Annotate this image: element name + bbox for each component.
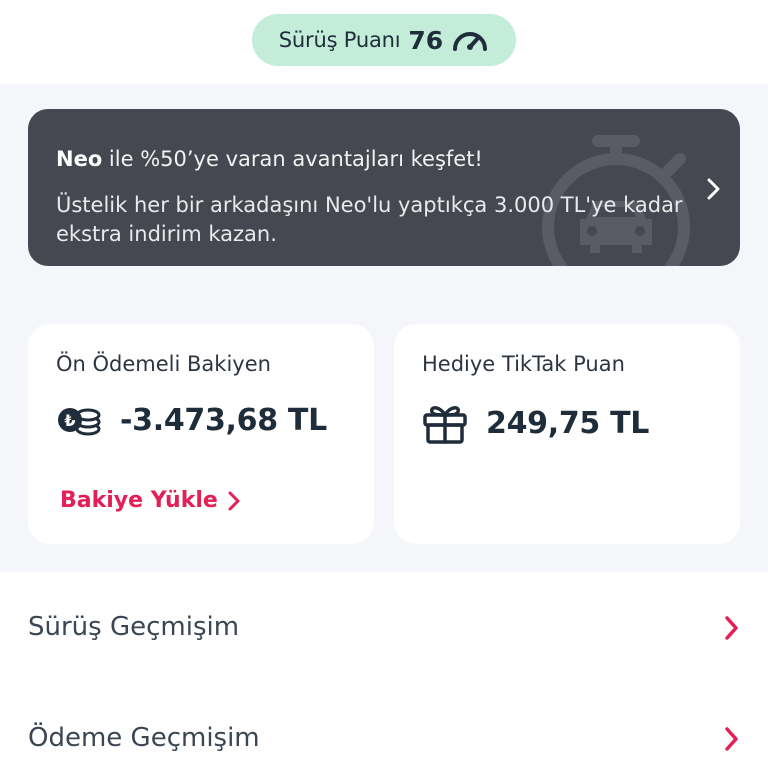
gift-points-amount: 249,75 TL bbox=[486, 405, 650, 441]
gift-points-card[interactable]: Hediye TikTak Puan 249,75 TL bbox=[394, 324, 740, 544]
ride-history-label: Sürüş Geçmişim bbox=[28, 612, 240, 642]
gift-icon bbox=[423, 406, 467, 444]
promo-description: Üstelik her bir arkadaşını Neo'lu yaptık… bbox=[56, 193, 683, 246]
top-bar: Sürüş Puanı 76 bbox=[0, 0, 768, 84]
ride-history-item[interactable]: Sürüş Geçmişim bbox=[0, 574, 768, 684]
gift-points-row: 249,75 TL bbox=[422, 402, 649, 444]
driving-score-badge[interactable]: Sürüş Puanı 76 bbox=[252, 14, 516, 66]
prepaid-balance-card: Ön Ödemeli Bakiyen ₺ -3.473,68 TL Bakiye… bbox=[28, 324, 374, 544]
payment-history-item[interactable]: Ödeme Geçmişim bbox=[0, 684, 768, 768]
payment-history-label: Ödeme Geçmişim bbox=[28, 723, 260, 753]
chevron-right-icon bbox=[228, 491, 240, 510]
prepaid-balance-amount: -3.473,68 TL bbox=[120, 402, 327, 438]
gift-points-title: Hediye TikTak Puan bbox=[422, 352, 625, 376]
prepaid-balance-title: Ön Ödemeli Bakiyen bbox=[56, 352, 271, 376]
driving-score-value: 76 bbox=[408, 25, 444, 55]
promo-brand: Neo bbox=[56, 147, 103, 171]
prepaid-balance-row: ₺ -3.473,68 TL bbox=[56, 402, 327, 438]
neo-promo-banner[interactable]: Neo ile %50’ye varan avantajları keşfet!… bbox=[28, 109, 740, 266]
chevron-right-icon bbox=[707, 178, 720, 200]
top-up-balance-label: Bakiye Yükle bbox=[60, 488, 218, 513]
promo-title-text: ile %50’ye varan avantajları keşfet! bbox=[102, 147, 483, 171]
svg-text:₺: ₺ bbox=[64, 411, 75, 430]
driving-score-label: Sürüş Puanı bbox=[278, 28, 401, 52]
coins-icon: ₺ bbox=[58, 408, 101, 436]
promo-title: Neo ile %50’ye varan avantajları keşfet! bbox=[56, 147, 483, 171]
top-up-balance-link[interactable]: Bakiye Yükle bbox=[60, 488, 242, 513]
chevron-right-icon bbox=[725, 727, 738, 751]
speedometer-icon bbox=[453, 32, 488, 51]
app-screen: Sürüş Puanı 76 Neo ile %50’ye varan avan… bbox=[0, 0, 768, 768]
chevron-right-icon bbox=[725, 616, 738, 640]
